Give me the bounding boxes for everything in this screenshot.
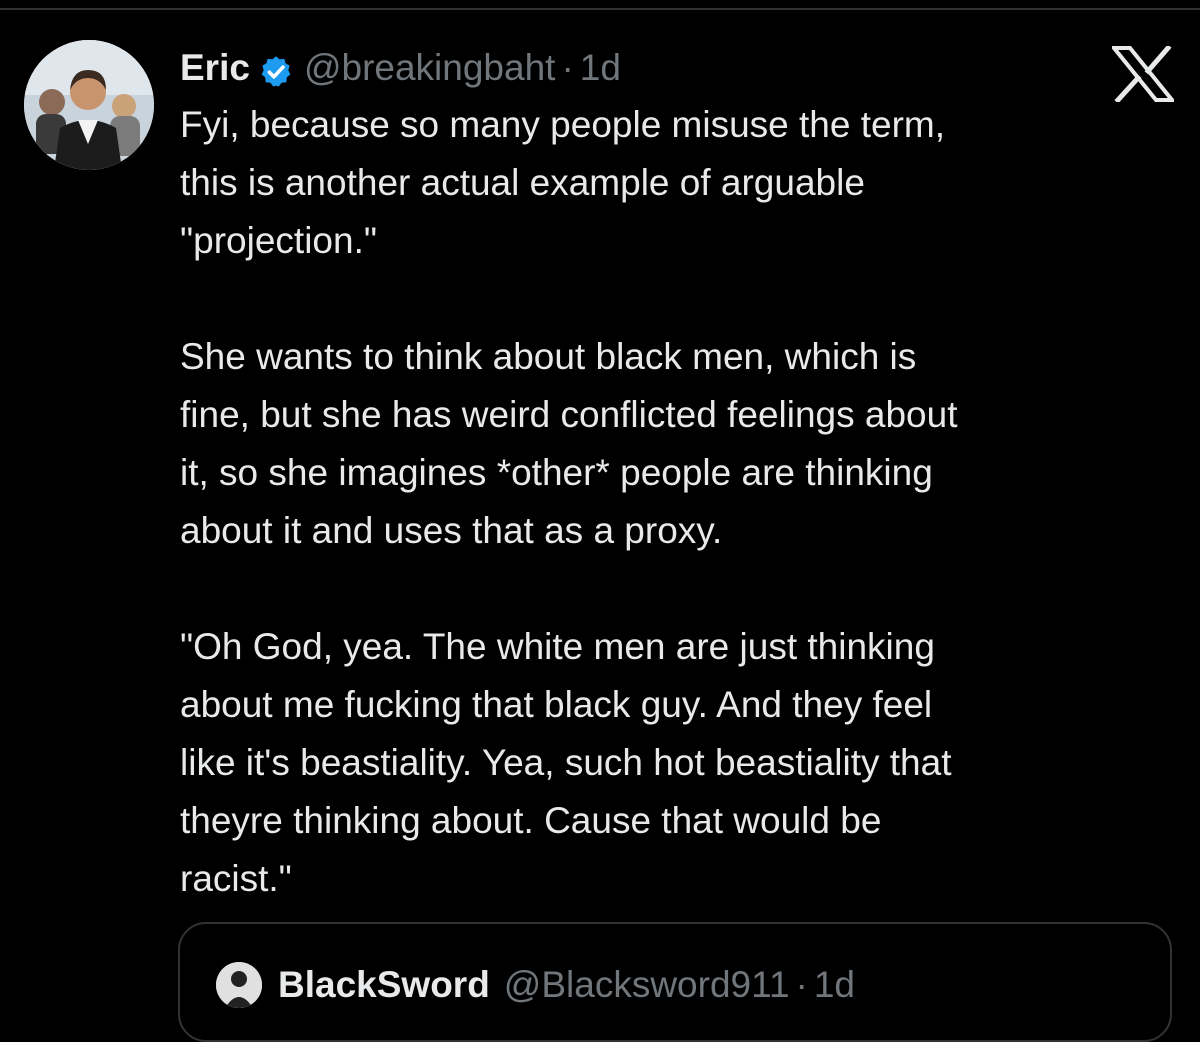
quoted-tweet-card[interactable]: BlackSword @Blacksword911 · 1d [178,922,1172,1042]
avatar-photo-icon [24,40,154,170]
top-divider [0,8,1200,10]
quoted-header-separator: · [795,964,808,1005]
quoted-author-handle[interactable]: @Blacksword911 [504,964,790,1006]
tweet[interactable]: Eric @breakingbaht · 1d Fyi, because so … [180,40,1160,908]
header-separator: · [561,47,574,88]
x-logo-icon[interactable] [1109,44,1177,104]
quoted-author-display-name[interactable]: BlackSword [278,964,490,1006]
tweet-paragraph: Fyi, because so many people misuse the t… [180,104,946,261]
tweet-paragraph: She wants to think about black men, whic… [180,336,958,551]
author-display-name[interactable]: Eric [180,40,250,96]
tweet-text: Fyi, because so many people misuse the t… [180,96,1160,908]
verified-badge-icon[interactable] [258,50,294,87]
tweet-header: Eric @breakingbaht · 1d [180,40,1160,96]
quoted-tweet-header: BlackSword @Blacksword911 · 1d [216,962,855,1008]
tweet-timestamp[interactable]: 1d [580,40,621,96]
tweet-paragraph: "Oh God, yea. The white men are just thi… [180,626,952,899]
author-avatar[interactable] [24,40,154,170]
quoted-tweet-timestamp[interactable]: 1d [814,964,855,1006]
quoted-author-avatar[interactable] [216,962,262,1008]
author-handle[interactable]: @breakingbaht [304,40,556,96]
